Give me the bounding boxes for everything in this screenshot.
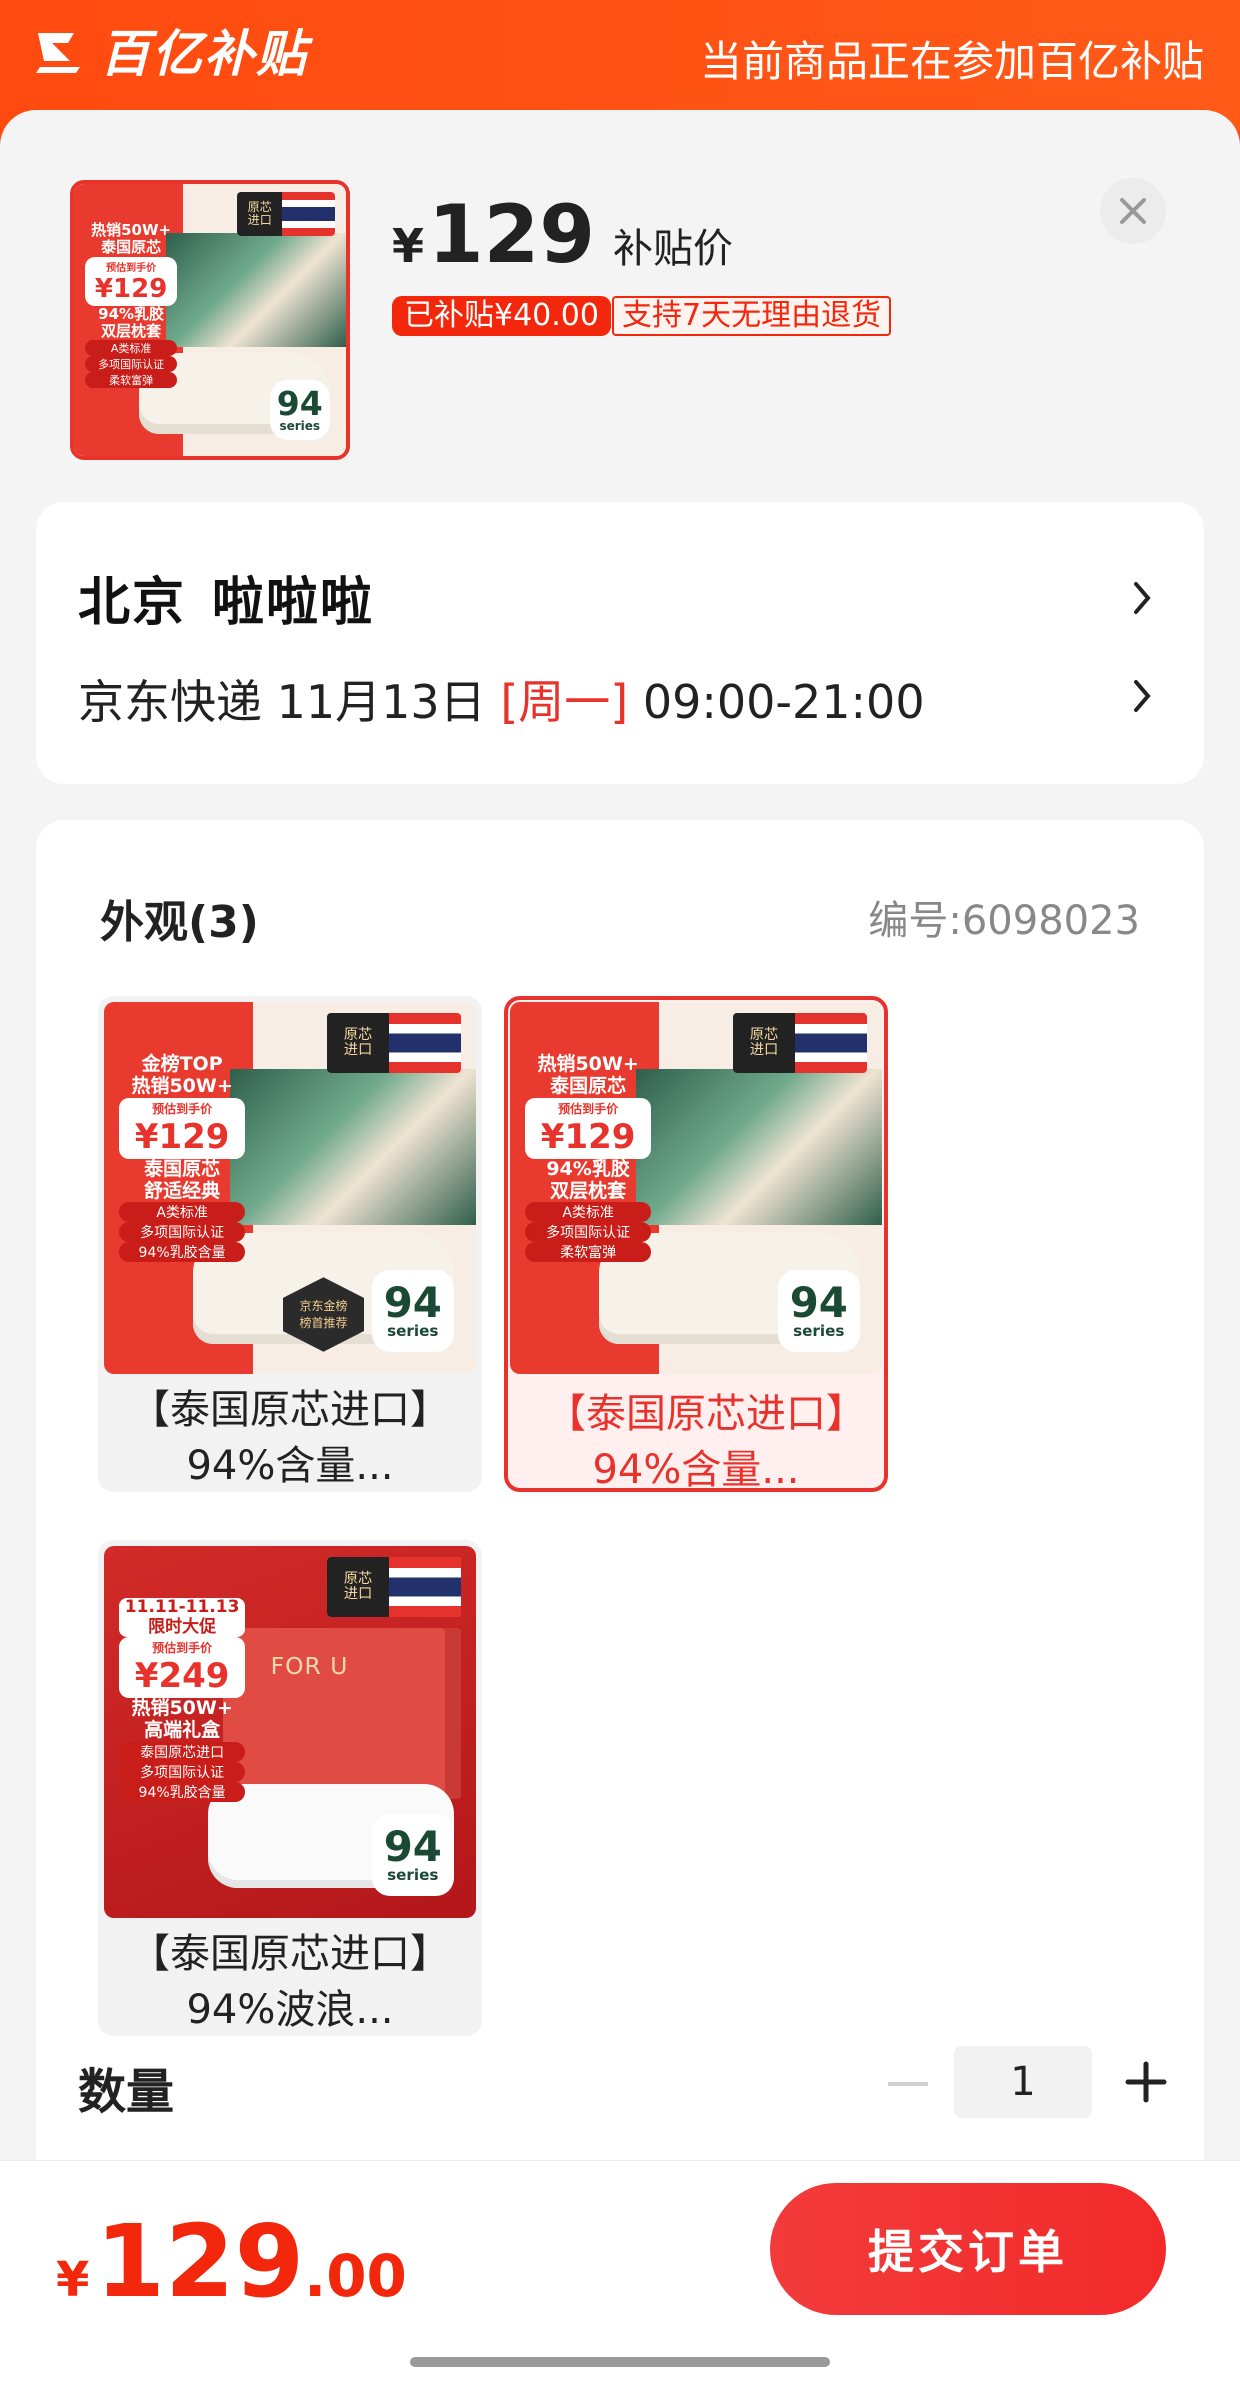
promo-pill: 多项国际认证 [118, 1761, 246, 1782]
banner-notice: 当前商品正在参加百亿补贴 [699, 37, 1204, 86]
promo-price: 预估到手价 ¥249 [118, 1637, 246, 1699]
quantity-input[interactable]: 1 [954, 2046, 1092, 2118]
thumb-price: 预估到手价 ¥129 [84, 256, 178, 306]
delivery-time: 09:00-21:00 [642, 675, 925, 729]
promo-head: 热销50W+ 泰国原芯 [537, 1053, 639, 1097]
chevron-right-icon [1134, 680, 1151, 712]
thailand-flag-icon [388, 1013, 462, 1073]
chevron-right-icon [1134, 582, 1151, 614]
subsidy-price: ¥ 129 补贴价 [392, 188, 734, 281]
recipient-name: 啦啦啦 [212, 573, 375, 633]
submit-order-button[interactable]: 提交订单 [770, 2183, 1166, 2315]
variant-label: 【泰国原芯进口】94%含量... [546, 1391, 846, 1492]
variant-card: 外观(3) 编号:6098023 原芯 进口 金榜TOP 热销50W+ 预估到手… [36, 820, 1204, 2220]
return-policy-tag: 支持7天无理由退货 [612, 296, 892, 336]
series-badge: 94 series [371, 1269, 454, 1352]
total-integer: 129 [95, 2203, 305, 2320]
promo-price: 预估到手价 ¥129 [118, 1097, 246, 1159]
thumb-title: 94%乳胶 双层枕套 [98, 304, 165, 340]
delivery-date: 11月13日 [276, 675, 486, 729]
thumb-promo-head: 热销50W+ 泰国原芯 [91, 221, 172, 257]
flag-text: 原芯 进口 [733, 1013, 795, 1073]
series-badge: 94 series [269, 379, 330, 440]
plus-icon[interactable] [1122, 2058, 1170, 2106]
thumb-pill: 柔软富弹 [84, 372, 178, 389]
address-city: 北京 [78, 573, 187, 633]
variant-title: 外观(3) [100, 897, 259, 948]
total-price: ¥ 129 .00 [56, 2203, 407, 2320]
variant-option[interactable]: 原芯 进口 金榜TOP 热销50W+ 预估到手价 ¥129 泰国原芯 舒适经典 A… [98, 996, 482, 1492]
promo-head: 11.11-11.13 限时大促 [118, 1597, 246, 1638]
variant-label: 【泰国原芯进口】94%波浪... [130, 1931, 450, 2033]
flag-text: 原芯 进口 [327, 1013, 389, 1073]
address-recipient: 北京 啦啦啦 [78, 560, 374, 635]
promo-pill: 泰国原芯进口 [118, 1741, 246, 1762]
product-code: 编号:6098023 [868, 898, 1140, 944]
variant-option-selected[interactable]: 原芯 进口 热销50W+ 泰国原芯 预估到手价 ¥129 94%乳胶 双层枕套 A… [504, 996, 888, 1492]
product-thumbnail[interactable]: 原芯 进口 热销50W+ 泰国原芯 预估到手价 ¥129 94%乳胶 双层枕套 A… [70, 180, 350, 460]
delivery-weekday: [周一] [500, 675, 629, 729]
checkout-bar: ¥ 129 .00 提交订单 [0, 2160, 1240, 2391]
home-indicator[interactable] [410, 2357, 830, 2367]
address-card[interactable]: 北京 啦啦啦 京东快递 11月13日 [周一] 09:00-21:00 [36, 502, 1204, 784]
series-badge: 94 series [777, 1269, 860, 1352]
brand-text: 百亿补贴 [100, 25, 308, 83]
subsidy-logo-icon [36, 33, 80, 73]
thailand-flag-icon [388, 1557, 462, 1617]
minus-icon[interactable] [888, 2082, 928, 2086]
promo-pill: 柔软富弹 [524, 1242, 652, 1263]
price-label: 补贴价 [613, 226, 734, 272]
variant-option[interactable]: FOR U 原芯 进口 11.11-11.13 限时大促 预估到手价 ¥249 热… [98, 1540, 482, 2036]
carrier: 京东快递 [78, 675, 262, 729]
promo-pill: A类标准 [118, 1202, 246, 1223]
promo-pill: A类标准 [524, 1202, 652, 1223]
promo-pill: 94%乳胶含量 [118, 1242, 246, 1263]
variant-image: 原芯 进口 热销50W+ 泰国原芯 预估到手价 ¥129 94%乳胶 双层枕套 A… [510, 1002, 882, 1374]
total-decimal: .00 [304, 2242, 407, 2310]
variant-image: 原芯 进口 金榜TOP 热销50W+ 预估到手价 ¥129 泰国原芯 舒适经典 A… [104, 1002, 476, 1374]
promo-head: 金榜TOP 热销50W+ [131, 1053, 233, 1097]
flag-text: 原芯 进口 [327, 1557, 389, 1617]
series-badge: 94 series [371, 1813, 454, 1896]
thailand-flag-icon [282, 192, 336, 236]
gift-box-text: FOR U [270, 1651, 349, 1680]
promo-pill: 94%乳胶含量 [118, 1781, 246, 1802]
promo-price: 预估到手价 ¥129 [524, 1097, 652, 1159]
variant-image: FOR U 原芯 进口 11.11-11.13 限时大促 预估到手价 ¥249 热… [104, 1546, 476, 1918]
thailand-flag-icon [794, 1013, 868, 1073]
brand-logo: 百亿补贴 [34, 20, 308, 83]
promo-pill: 多项国际认证 [118, 1222, 246, 1243]
promo-title: 热销50W+ 高端礼盒 [131, 1697, 233, 1742]
promo-pill: 多项国际认证 [524, 1222, 652, 1243]
thumb-pill: 多项国际认证 [84, 356, 178, 373]
close-icon [1120, 198, 1146, 224]
thumb-pill: A类标准 [84, 340, 178, 357]
close-button[interactable] [1100, 178, 1166, 244]
thumb-flag-text: 原芯 进口 [237, 192, 283, 236]
promo-title: 94%乳胶 双层枕套 [546, 1157, 630, 1202]
delivery-schedule[interactable]: 京东快递 11月13日 [周一] 09:00-21:00 [78, 666, 925, 732]
price-value: 129 [428, 188, 596, 281]
promo-title: 泰国原芯 舒适经典 [144, 1157, 221, 1202]
variant-label: 【泰国原芯进口】94%含量... [130, 1387, 450, 1489]
quantity-label: 数量 [78, 2064, 175, 2120]
subsidy-amount-tag: 已补贴¥40.00 [392, 296, 611, 336]
